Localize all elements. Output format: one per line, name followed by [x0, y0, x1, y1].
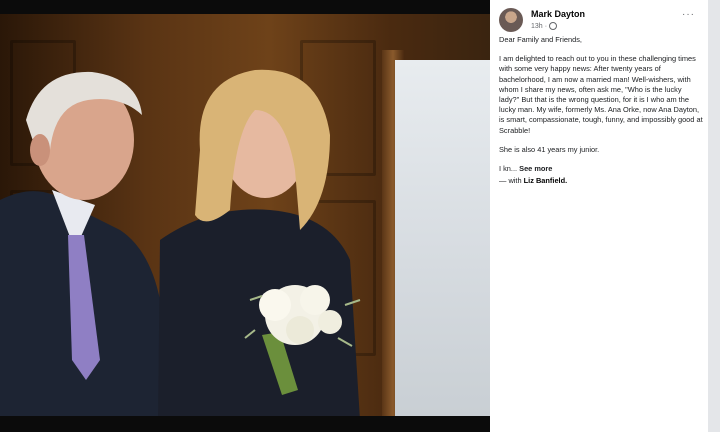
- meta-separator: ·: [544, 22, 548, 30]
- author-avatar[interactable]: [499, 8, 523, 32]
- photo-subjects: [0, 69, 361, 420]
- more-options-icon[interactable]: ···: [682, 9, 695, 20]
- post-greeting: Dear Family and Friends,: [499, 35, 582, 44]
- see-more-link[interactable]: See more: [519, 164, 552, 173]
- post-meta: 13h ·: [531, 22, 558, 30]
- photo-letterbox-bottom: [0, 416, 490, 432]
- post-paragraph: She is also 41 years my junior.: [499, 144, 600, 154]
- post-paragraph: I am delighted to reach out to you in th…: [499, 54, 703, 135]
- post-truncated: I kn... See more: [499, 164, 703, 174]
- post-photo[interactable]: [0, 0, 490, 432]
- photo-letterbox-top: [0, 0, 490, 14]
- tagged-line: — with Liz Banfield.: [499, 176, 703, 186]
- with-prefix: — with: [499, 176, 522, 186]
- post-body: Dear Family and Friends, I am delighted …: [499, 35, 703, 195]
- author-name[interactable]: Mark Dayton: [531, 9, 585, 19]
- scrollbar[interactable]: [708, 0, 720, 432]
- tagged-person-link[interactable]: Liz Banfield.: [524, 176, 568, 185]
- post-header: Mark Dayton 13h · ···: [499, 7, 699, 37]
- truncated-text: I kn...: [499, 164, 518, 174]
- globe-icon: [549, 22, 558, 30]
- post-time[interactable]: 13h: [531, 23, 543, 30]
- post-panel: Mark Dayton 13h · ··· Dear Family and Fr…: [490, 0, 708, 432]
